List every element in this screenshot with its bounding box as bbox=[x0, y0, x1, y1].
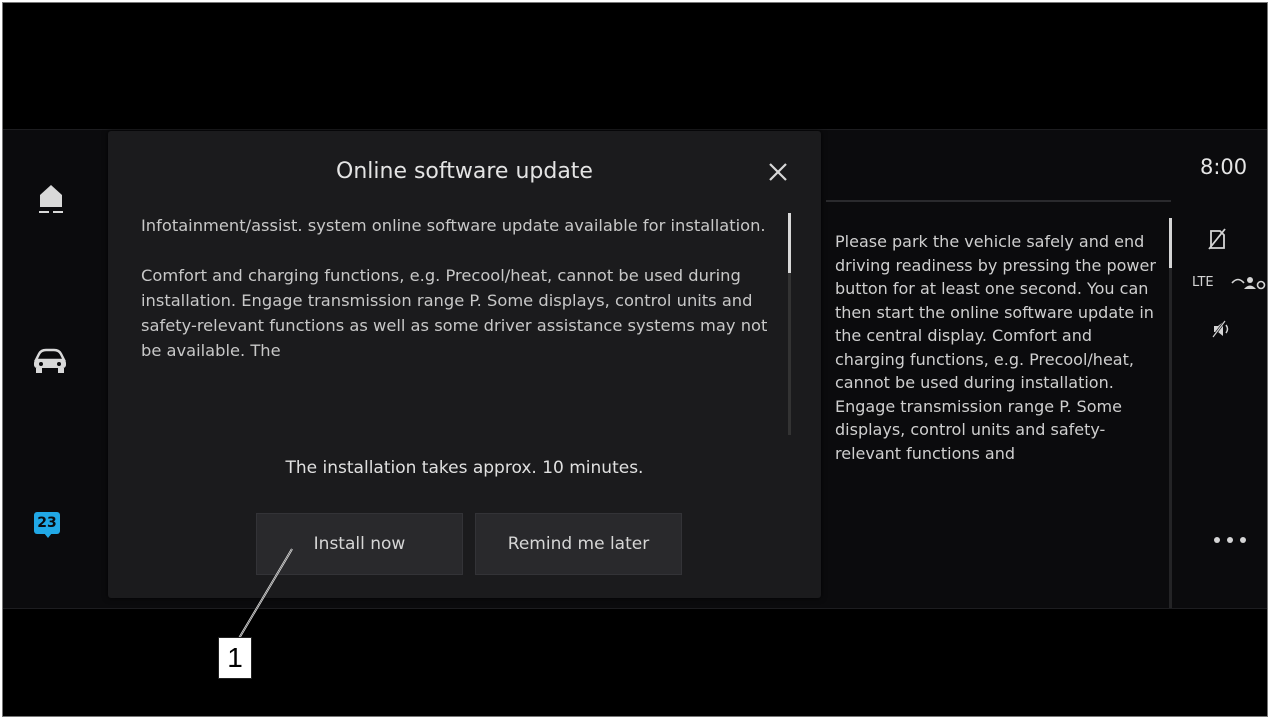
dialog-scrollbar-thumb[interactable] bbox=[788, 213, 791, 273]
install-now-button[interactable]: Install now bbox=[256, 513, 463, 575]
software-update-dialog: Online software update Infotainment/assi… bbox=[108, 131, 821, 598]
more-dot bbox=[1240, 537, 1246, 543]
panel-scrollbar-thumb[interactable] bbox=[1169, 218, 1172, 268]
dialog-body[interactable]: Infotainment/assist. system online softw… bbox=[141, 213, 781, 435]
band-divider-top bbox=[3, 129, 1267, 130]
panel-scrollbar[interactable] bbox=[1169, 218, 1172, 608]
panel-divider bbox=[826, 200, 1171, 202]
home-icon[interactable] bbox=[38, 183, 64, 215]
install-duration-text: The installation takes approx. 10 minute… bbox=[285, 458, 644, 478]
calendar-icon[interactable]: 23 bbox=[34, 512, 60, 538]
clock: 8:00 bbox=[1200, 155, 1248, 179]
band-divider-bottom bbox=[3, 608, 1267, 609]
network-type: LTE bbox=[1192, 275, 1214, 290]
calendar-tail bbox=[44, 533, 52, 538]
callout-label: 1 bbox=[218, 637, 252, 679]
remind-me-later-button[interactable]: Remind me later bbox=[475, 513, 682, 575]
close-icon[interactable] bbox=[765, 159, 791, 185]
dialog-title: Online software update bbox=[336, 159, 593, 184]
more-dot bbox=[1227, 537, 1233, 543]
share-icon bbox=[1230, 275, 1266, 291]
park-vehicle-info-text: Please park the vehicle safely and end d… bbox=[835, 232, 1156, 463]
body-paragraph-restrictions: Comfort and charging functions, e.g. Pre… bbox=[141, 266, 768, 360]
mute-icon bbox=[1212, 320, 1232, 338]
no-sim-icon bbox=[1207, 228, 1227, 250]
car-icon[interactable] bbox=[32, 348, 68, 376]
dialog-scrollbar[interactable] bbox=[788, 213, 791, 435]
more-icon[interactable] bbox=[1212, 534, 1252, 546]
calendar-day: 23 bbox=[34, 512, 60, 534]
park-vehicle-info-panel: Please park the vehicle safely and end d… bbox=[826, 200, 1171, 606]
more-dot bbox=[1214, 537, 1220, 543]
body-paragraph-availability: Infotainment/assist. system online softw… bbox=[141, 216, 766, 235]
